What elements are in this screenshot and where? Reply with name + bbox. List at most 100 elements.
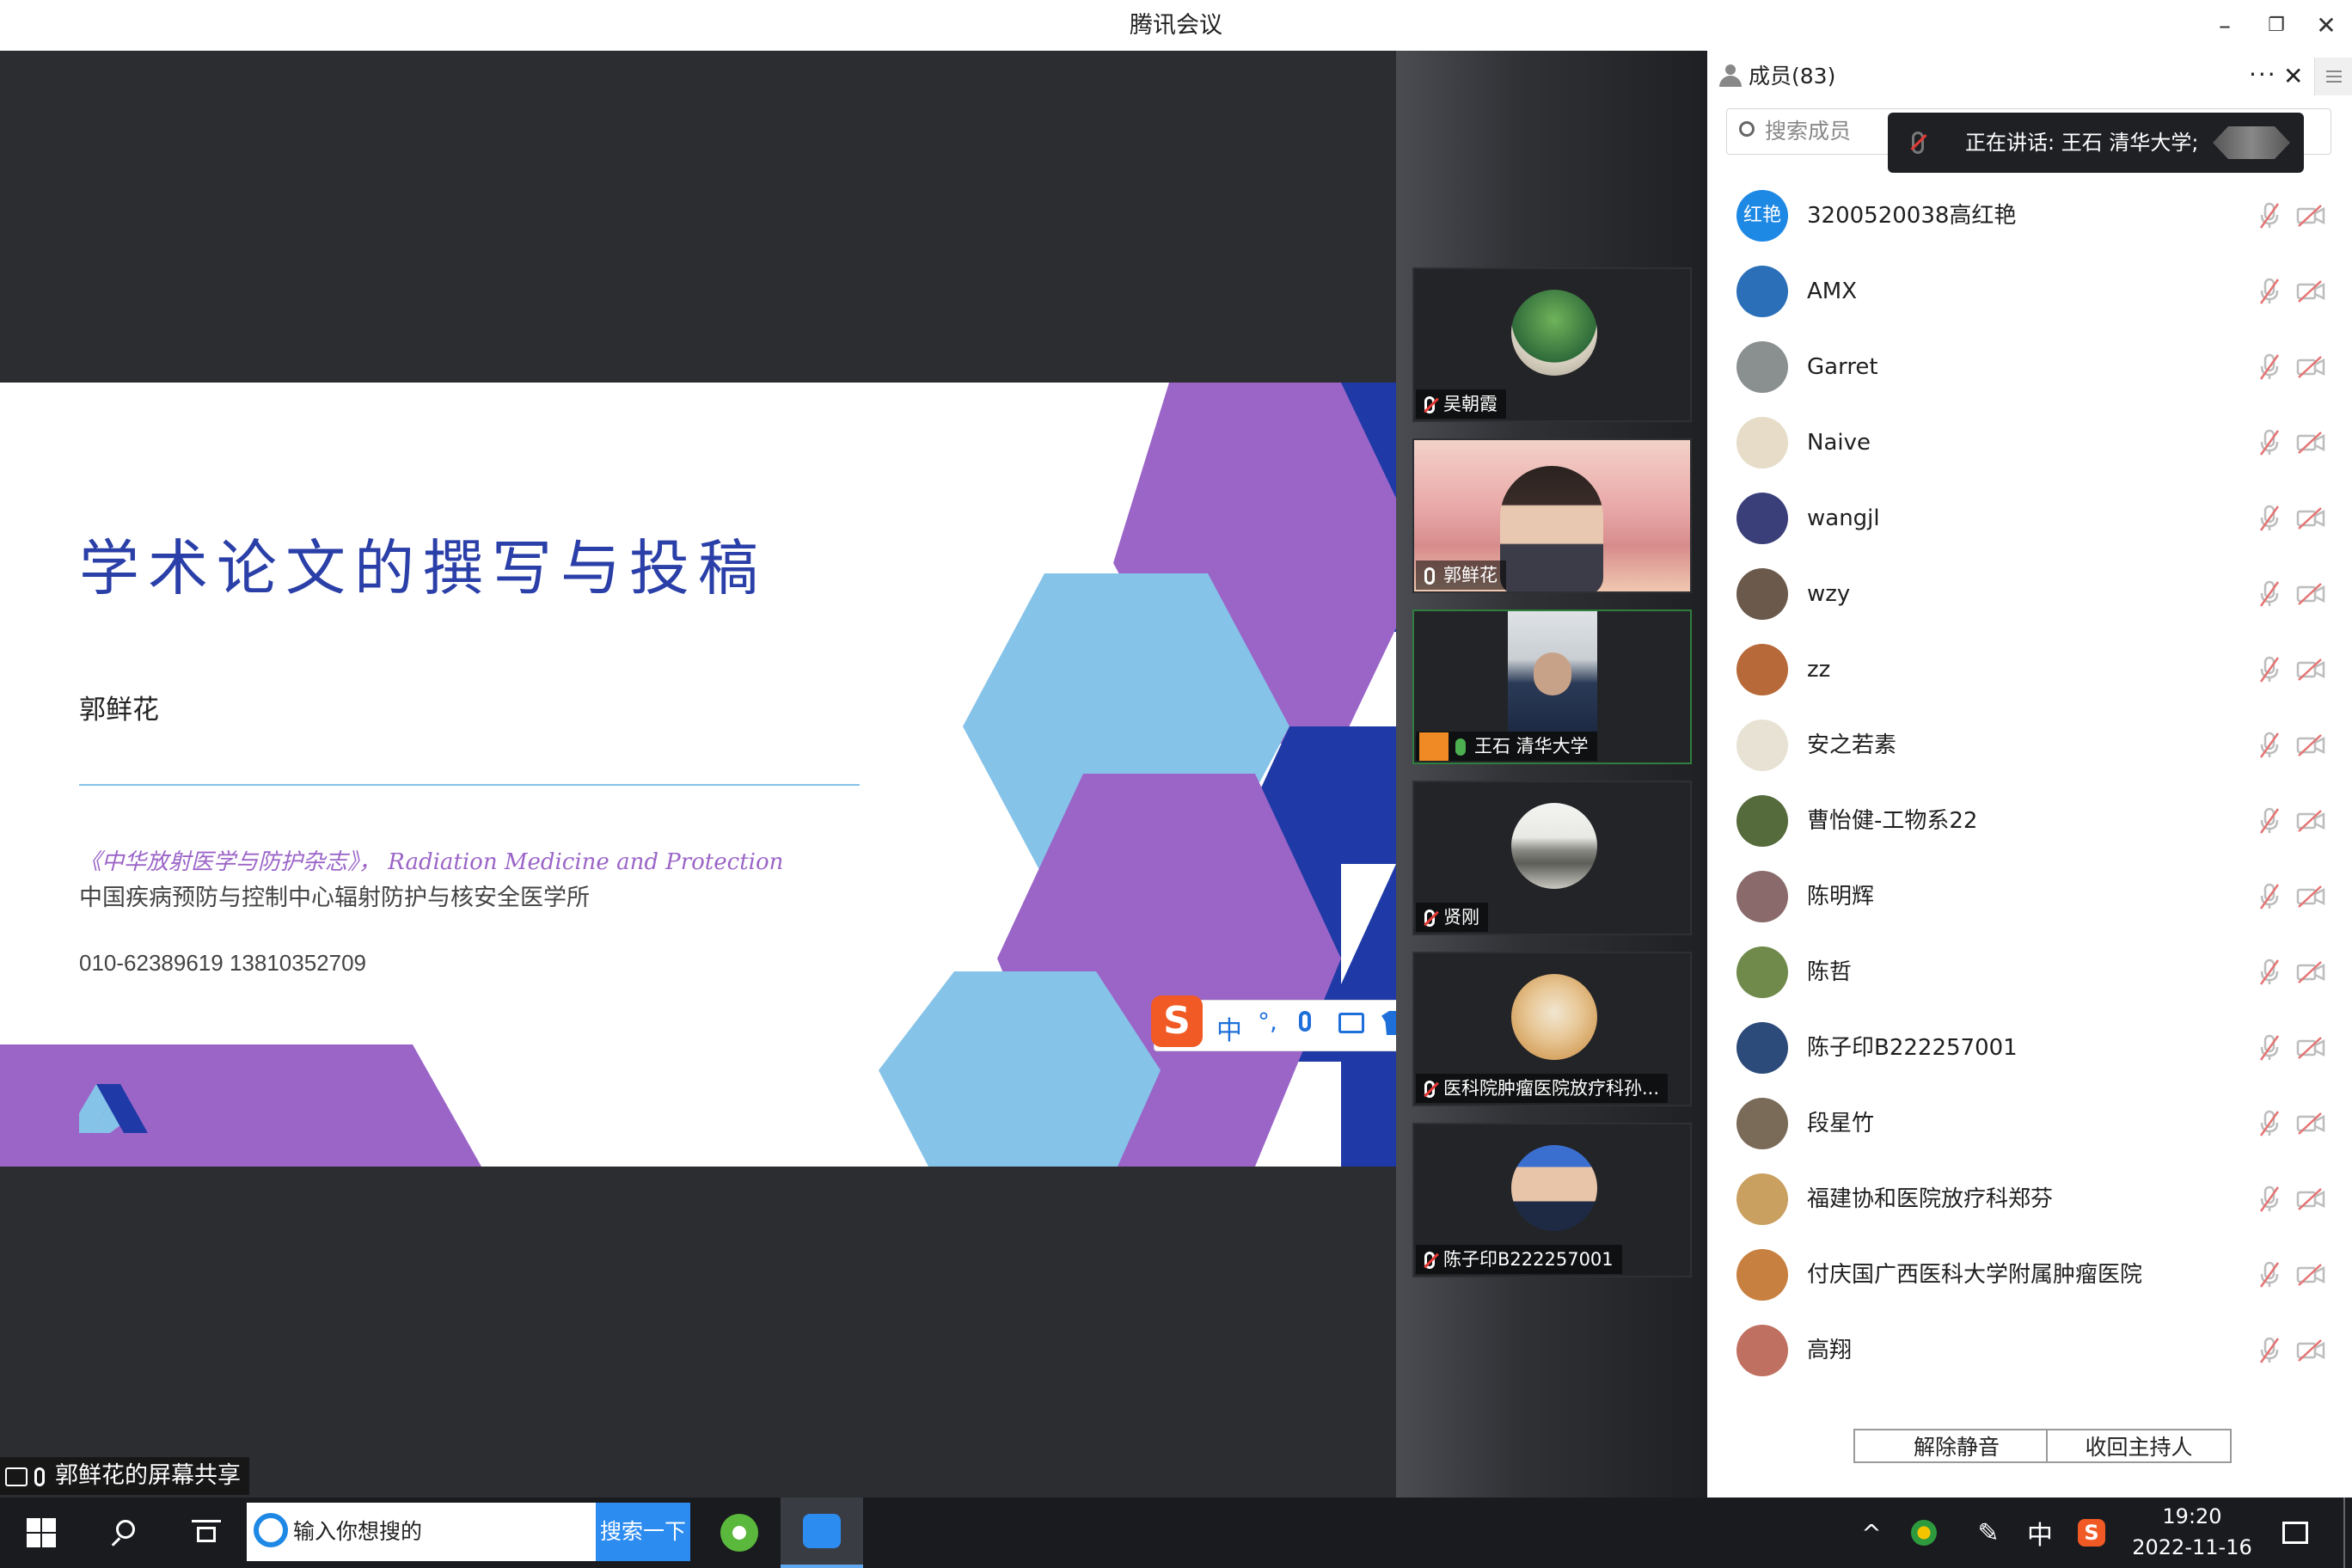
- video-tile[interactable]: 医科院肿瘤医院放疗科孙...: [1412, 952, 1692, 1106]
- member-row[interactable]: 陈明辉: [1707, 859, 2352, 934]
- mic-muted-icon[interactable]: [2254, 881, 2285, 912]
- member-row[interactable]: zz: [1707, 632, 2352, 707]
- member-name: AMX: [1807, 279, 1858, 304]
- video-tile[interactable]: 吴朝霞: [1412, 267, 1692, 422]
- member-row[interactable]: 安之若素: [1707, 707, 2352, 783]
- member-row[interactable]: 陈子印B222257001: [1707, 1010, 2352, 1086]
- mic-muted-icon[interactable]: [2254, 427, 2285, 458]
- restore-button[interactable]: ❐: [2251, 0, 2302, 51]
- mic-muted-icon[interactable]: [2254, 1184, 2285, 1215]
- member-row[interactable]: 付庆国广西医科大学附属肿瘤医院: [1707, 1237, 2352, 1313]
- camera-off-icon[interactable]: [2295, 1337, 2326, 1364]
- windows-icon: [27, 1518, 56, 1547]
- search-button[interactable]: 搜索一下: [596, 1503, 690, 1561]
- mic-muted-icon[interactable]: [2254, 276, 2285, 307]
- video-tile-active[interactable]: 王石 清华大学: [1412, 609, 1692, 764]
- mic-muted-icon: [1424, 396, 1439, 413]
- camera-off-icon[interactable]: [2295, 580, 2326, 608]
- member-row[interactable]: 曹怡健-工物系22: [1707, 783, 2352, 859]
- camera-off-icon[interactable]: [2295, 656, 2326, 683]
- video-tile[interactable]: 郭鲜花: [1412, 438, 1692, 593]
- pen-icon[interactable]: ✎: [1969, 1498, 2008, 1568]
- start-button[interactable]: [0, 1498, 83, 1568]
- mic-muted-icon[interactable]: [2254, 1259, 2285, 1290]
- mic-muted-icon[interactable]: [2254, 200, 2285, 231]
- member-row[interactable]: wangjl: [1707, 481, 2352, 556]
- browser-app-icon[interactable]: [698, 1498, 781, 1568]
- camera-off-icon[interactable]: [2295, 883, 2326, 910]
- sogou-logo-icon[interactable]: S: [1151, 995, 1203, 1047]
- slide-organization: 中国疾病预防与控制中心辐射防护与核安全医学所: [79, 885, 590, 911]
- more-options-icon[interactable]: ···: [2249, 51, 2277, 99]
- show-desktop-button[interactable]: [2343, 1498, 2345, 1568]
- collapse-button[interactable]: [2314, 58, 2352, 95]
- mic-muted-icon[interactable]: [2254, 957, 2285, 988]
- member-row[interactable]: AMX: [1707, 254, 2352, 329]
- member-row[interactable]: Garret: [1707, 329, 2352, 405]
- avatar: [1736, 720, 1788, 771]
- camera-off-icon[interactable]: [2295, 1185, 2326, 1213]
- taskbar: 输入你想搜的 搜索一下 ^ ✎ 中 S 19:20 2022-11-16: [0, 1498, 2352, 1568]
- mic-muted-icon[interactable]: [2254, 1335, 2285, 1366]
- camera-off-icon[interactable]: [2295, 278, 2326, 305]
- camera-off-icon[interactable]: [2295, 959, 2326, 986]
- keyboard-icon[interactable]: [1338, 1013, 1364, 1033]
- avatar: [1736, 417, 1788, 469]
- member-row[interactable]: wzy: [1707, 556, 2352, 632]
- ime-punctuation-toggle[interactable]: °,: [1258, 1008, 1277, 1036]
- system-clock[interactable]: 19:20 2022-11-16: [2098, 1498, 2287, 1568]
- camera-off-icon[interactable]: [2295, 202, 2326, 230]
- mic-muted-icon[interactable]: [2254, 654, 2285, 685]
- camera-off-icon[interactable]: [2295, 505, 2326, 532]
- mic-muted-icon: [1910, 132, 1927, 154]
- member-name: 陈明辉: [1807, 884, 1875, 910]
- camera-off-icon[interactable]: [2295, 429, 2326, 456]
- mic-muted-icon[interactable]: [2254, 1032, 2285, 1063]
- search-icon[interactable]: [83, 1498, 165, 1568]
- member-row[interactable]: 福建协和医院放疗科郑芬: [1707, 1161, 2352, 1237]
- member-row[interactable]: 高翔: [1707, 1313, 2352, 1388]
- close-panel-icon[interactable]: ✕: [2283, 51, 2303, 102]
- camera-off-icon[interactable]: [2295, 353, 2326, 381]
- camera-off-icon[interactable]: [2295, 1261, 2326, 1289]
- ime-language-toggle[interactable]: 中: [1216, 1009, 1242, 1047]
- member-name: 陈子印B222257001: [1807, 1035, 2018, 1061]
- member-name: 曹怡健-工物系22: [1807, 808, 1978, 834]
- unmute-button[interactable]: 解除静音: [1853, 1429, 2060, 1463]
- avatar: [1736, 1022, 1788, 1074]
- speaking-text: 正在讲话: 王石 清华大学;: [1965, 131, 2199, 155]
- video-tile[interactable]: 陈子印B222257001: [1412, 1123, 1692, 1277]
- browser-search-input[interactable]: 输入你想搜的: [247, 1503, 596, 1561]
- camera-off-icon[interactable]: [2295, 1110, 2326, 1137]
- member-row[interactable]: 陈哲: [1707, 934, 2352, 1010]
- redacted-block: [2213, 126, 2290, 159]
- member-row[interactable]: 红艳 3200520038高红艳: [1707, 178, 2352, 254]
- close-button[interactable]: ✕: [2300, 0, 2352, 51]
- slide-title: 学术论文的撰写与投稿: [79, 533, 767, 603]
- members-panel: 成员(83) ··· ✕ 搜索成员 正在讲话: 王石 清华大学; 红艳 32005…: [1707, 51, 2352, 1498]
- tray-app-icon[interactable]: [1904, 1498, 1944, 1568]
- chevron-up-icon[interactable]: ^: [1852, 1498, 1891, 1568]
- search-icon: [1739, 121, 1755, 137]
- tencent-meeting-app-icon[interactable]: [781, 1498, 863, 1568]
- mic-muted-icon[interactable]: [2254, 805, 2285, 836]
- member-name: Garret: [1807, 354, 1878, 380]
- ime-language-indicator[interactable]: 中: [2020, 1498, 2060, 1568]
- task-view-icon[interactable]: [165, 1498, 248, 1568]
- screen-share-label: 郭鲜花的屏幕共享: [0, 1457, 249, 1495]
- member-row[interactable]: Naive: [1707, 405, 2352, 481]
- mic-muted-icon[interactable]: [2254, 730, 2285, 761]
- camera-off-icon[interactable]: [2295, 807, 2326, 835]
- voice-input-icon[interactable]: [1299, 1011, 1311, 1032]
- minimize-button[interactable]: –: [2199, 0, 2251, 51]
- camera-off-icon[interactable]: [2295, 1034, 2326, 1062]
- mic-muted-icon[interactable]: [2254, 352, 2285, 383]
- camera-off-icon[interactable]: [2295, 732, 2326, 759]
- mic-muted-icon[interactable]: [2254, 503, 2285, 534]
- member-row[interactable]: 段星竹: [1707, 1086, 2352, 1161]
- mic-muted-icon[interactable]: [2254, 579, 2285, 609]
- video-tile[interactable]: 贤刚: [1412, 781, 1692, 935]
- notification-icon[interactable]: [2269, 1498, 2321, 1568]
- reclaim-host-button[interactable]: 收回主持人: [2046, 1429, 2232, 1463]
- mic-muted-icon[interactable]: [2254, 1108, 2285, 1139]
